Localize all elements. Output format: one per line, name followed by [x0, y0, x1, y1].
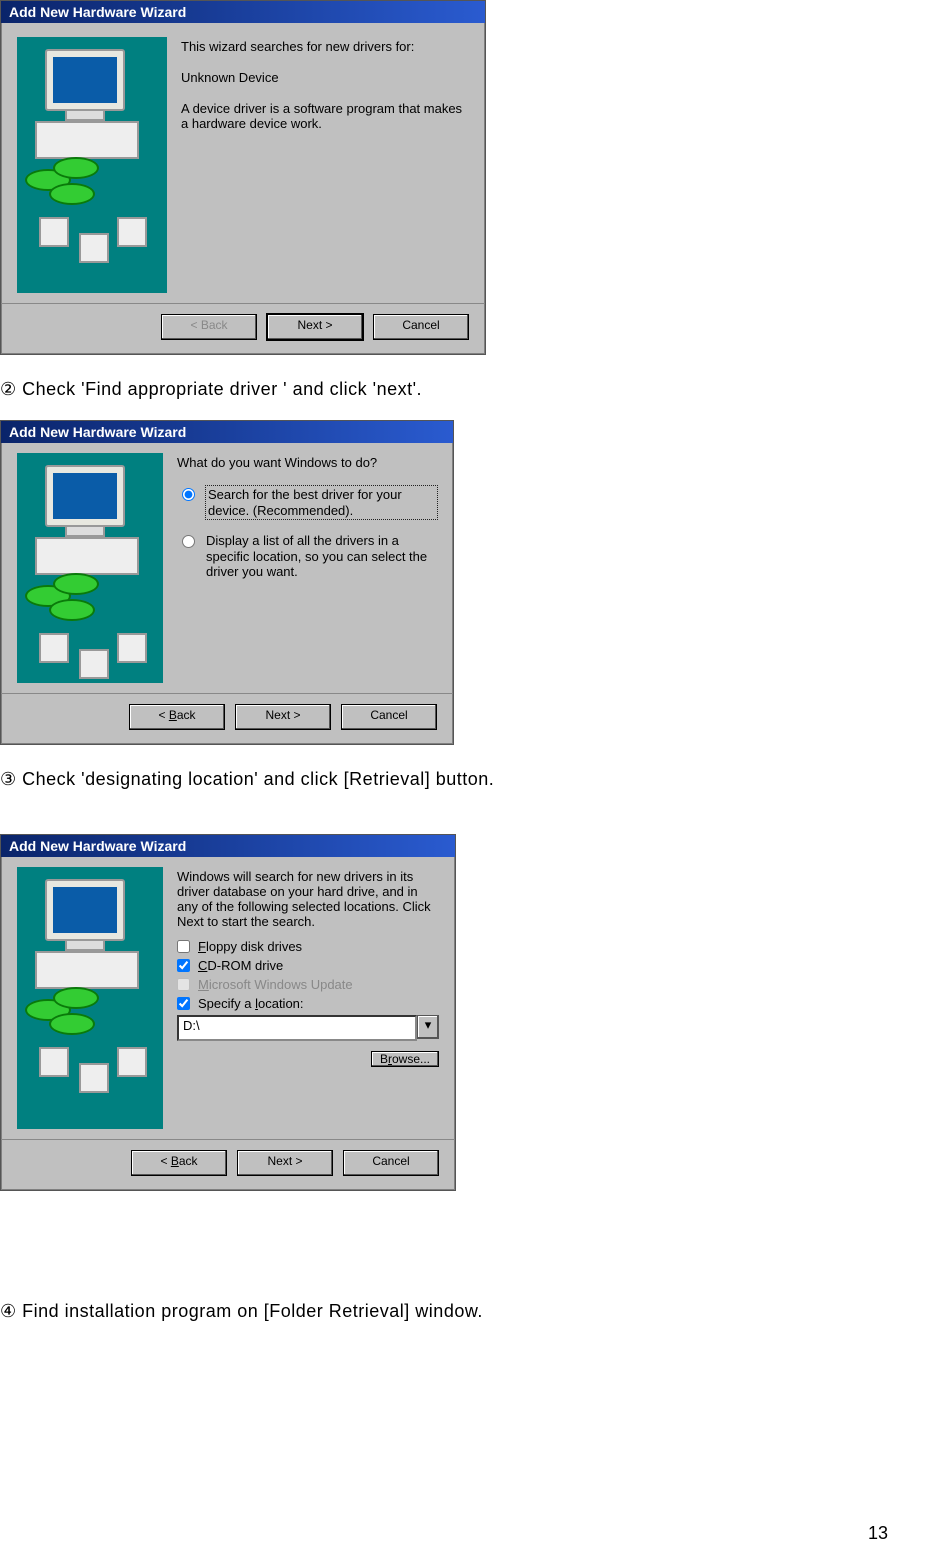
- checkbox-wu-label: Microsoft Windows Update: [198, 977, 353, 992]
- wizard-prompt: What do you want Windows to do?: [177, 455, 437, 470]
- instruction-step-3: ③ Check 'designating location' and click…: [0, 769, 892, 790]
- instruction-step-2: ② Check 'Find appropriate driver ' and c…: [0, 379, 892, 400]
- radio-search[interactable]: [182, 488, 195, 501]
- checkbox-specify-label: Specify a location:: [198, 996, 304, 1011]
- page-number: 13: [868, 1523, 888, 1544]
- device-name: Unknown Device: [181, 70, 469, 85]
- checkbox-specify-location[interactable]: [177, 997, 190, 1010]
- wizard-dialog-2: Add New Hardware Wizard What do you want…: [0, 420, 454, 745]
- checkbox-row-floppy[interactable]: Floppy disk drives: [177, 939, 439, 954]
- checkbox-windows-update: [177, 978, 190, 991]
- instruction-step-4: ④ Find installation program on [Folder R…: [0, 1301, 892, 1322]
- cancel-button[interactable]: Cancel: [343, 1150, 439, 1176]
- back-button: < Back: [161, 314, 257, 340]
- checkbox-cdrom-label: CD-ROM drive: [198, 958, 283, 973]
- back-button[interactable]: < Back: [131, 1150, 227, 1176]
- browse-button[interactable]: Browse...: [371, 1051, 439, 1067]
- location-combobox[interactable]: D:\ ▾: [177, 1015, 439, 1041]
- next-button[interactable]: Next >: [267, 314, 363, 340]
- wizard-illustration: [17, 867, 163, 1129]
- radio-option-search[interactable]: Search for the best driver for your devi…: [177, 486, 437, 519]
- back-button[interactable]: < Back: [129, 704, 225, 730]
- wizard-illustration: [17, 453, 163, 683]
- wizard-dialog-1: Add New Hardware Wizard This wizard sear…: [0, 0, 486, 355]
- cancel-button[interactable]: Cancel: [373, 314, 469, 340]
- radio-option-display[interactable]: Display a list of all the drivers in a s…: [177, 533, 437, 580]
- radio-display-label: Display a list of all the drivers in a s…: [206, 533, 437, 580]
- next-button[interactable]: Next >: [237, 1150, 333, 1176]
- wizard-description-text: A device driver is a software program th…: [181, 101, 469, 131]
- wizard-dialog-3: Add New Hardware Wizard Windows will sea…: [0, 834, 456, 1191]
- radio-search-label: Search for the best driver for your devi…: [206, 486, 437, 519]
- dropdown-arrow-icon[interactable]: ▾: [417, 1015, 439, 1039]
- dialog-title: Add New Hardware Wizard: [1, 1, 485, 23]
- cancel-button[interactable]: Cancel: [341, 704, 437, 730]
- next-button[interactable]: Next >: [235, 704, 331, 730]
- location-input[interactable]: D:\: [177, 1015, 417, 1041]
- checkbox-row-cdrom[interactable]: CD-ROM drive: [177, 958, 439, 973]
- wizard-illustration: [17, 37, 167, 293]
- wizard-intro-text: Windows will search for new drivers in i…: [177, 869, 439, 929]
- checkbox-row-windows-update: Microsoft Windows Update: [177, 977, 439, 992]
- checkbox-floppy-label: Floppy disk drives: [198, 939, 302, 954]
- checkbox-row-specify-location[interactable]: Specify a location:: [177, 996, 439, 1011]
- checkbox-cdrom[interactable]: [177, 959, 190, 972]
- checkbox-floppy[interactable]: [177, 940, 190, 953]
- dialog-title: Add New Hardware Wizard: [1, 421, 453, 443]
- radio-display[interactable]: [182, 535, 195, 548]
- wizard-intro-text: This wizard searches for new drivers for…: [181, 39, 469, 54]
- dialog-title: Add New Hardware Wizard: [1, 835, 455, 857]
